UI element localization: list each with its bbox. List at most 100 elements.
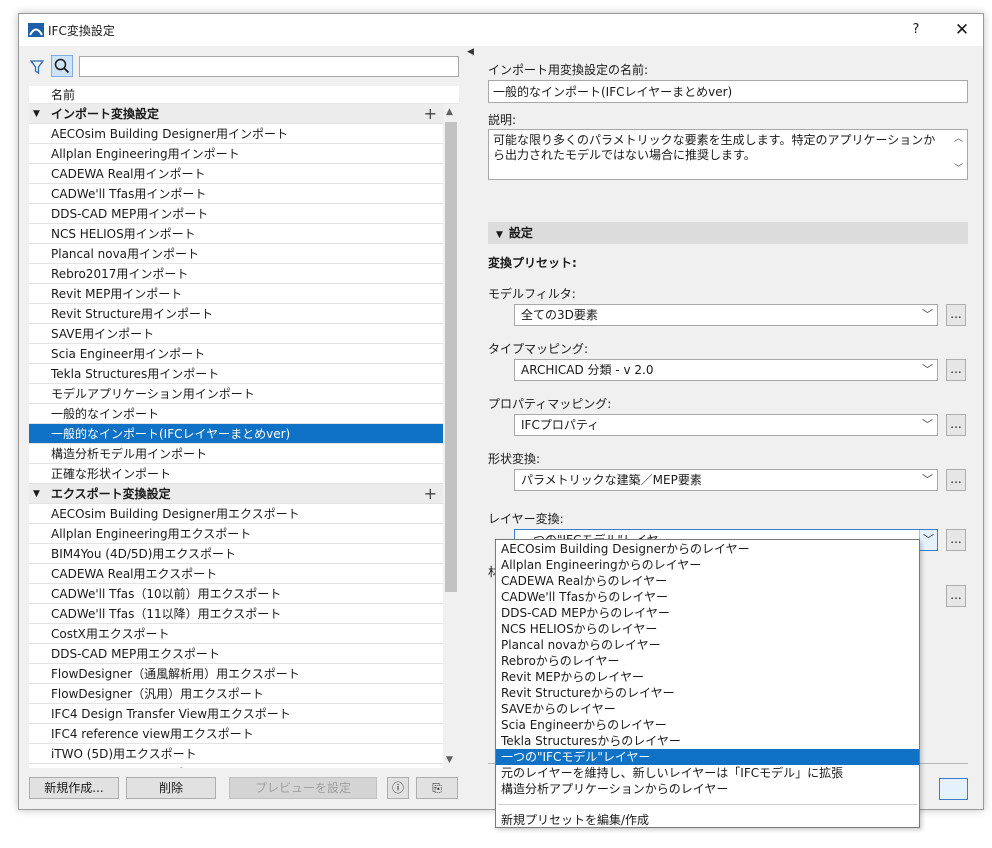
tree-group-header[interactable]: ▼ エクスポート変換設定 +: [29, 484, 443, 504]
settings-section-header[interactable]: ▼ 設定: [488, 222, 968, 244]
dropdown-option[interactable]: 元のレイヤーを維持し、新しいレイヤーは「IFCモデル」に拡張: [496, 765, 919, 781]
delete-button[interactable]: 削除: [126, 777, 216, 799]
ok-button-partial[interactable]: [939, 778, 968, 800]
chevron-down-icon: ﹀: [922, 308, 933, 321]
geometry-conversion-label: 形状変換:: [488, 452, 541, 466]
property-mapping-more-button[interactable]: ...: [946, 414, 966, 436]
type-mapping-select[interactable]: ARCHICAD 分類 - v 2.0 ﹀: [514, 359, 938, 381]
tree-group-label: インポート変換設定: [51, 107, 160, 121]
dropdown-option-edit-presets[interactable]: 新規プリセットを編集/作成: [496, 812, 919, 828]
tree-item[interactable]: Revit MEP用インポート: [29, 284, 443, 304]
tree-item[interactable]: Scia Engineer用インポート: [29, 344, 443, 364]
tree-rows: ▼ インポート変換設定 + AECOsim Building Designer用インポ…: [29, 104, 443, 768]
dropdown-option[interactable]: CADWe'll Tfasからのレイヤー: [496, 589, 919, 605]
geometry-conversion-more-button[interactable]: ...: [946, 469, 966, 491]
tree-item[interactable]: 一般的なインポート(IFCレイヤーまとめver): [29, 424, 443, 444]
tree-item[interactable]: Allplan Engineering用エクスポート: [29, 524, 443, 544]
tree-item[interactable]: CADWe'll Tfas用インポート: [29, 184, 443, 204]
dropdown-option[interactable]: SAVEからのレイヤー: [496, 701, 919, 717]
property-mapping-label: プロパティマッピング:: [488, 397, 612, 411]
chevron-up-icon[interactable]: ︿: [954, 132, 963, 147]
tree-item[interactable]: DDS-CAD MEP用エクスポート: [29, 644, 443, 664]
close-button[interactable]: ✕: [947, 18, 977, 42]
description-textarea[interactable]: 可能な限り多くのパラメトリックな要素を生成します。特定のアプリケーションから出力…: [488, 129, 968, 180]
dropdown-option[interactable]: DDS-CAD MEPからのレイヤー: [496, 605, 919, 621]
collapse-arrow-icon[interactable]: ◀: [467, 47, 474, 57]
dropdown-option[interactable]: Scia Engineerからのレイヤー: [496, 717, 919, 733]
model-filter-select[interactable]: 全ての3D要素 ﹀: [514, 304, 938, 326]
tree-item[interactable]: Revit Structure用インポート: [29, 304, 443, 324]
chevron-down-icon: ﹀: [922, 363, 933, 376]
translator-tree: 名前 ▼ インポート変換設定 + AECOsim Building Designer用…: [29, 86, 459, 768]
tree-item[interactable]: Tekla Structures用インポート: [29, 364, 443, 384]
tree-item[interactable]: 構造分析モデル用インポート: [29, 444, 443, 464]
tree-item[interactable]: IFC4 Design Transfer View用エクスポート: [29, 704, 443, 724]
preview-settings-button[interactable]: プレビューを設定: [229, 777, 377, 799]
material-more-button[interactable]: ...: [946, 585, 966, 607]
tree-item[interactable]: モデルアプリケーション用インポート: [29, 384, 443, 404]
dropdown-option[interactable]: Allplan Engineeringからのレイヤー: [496, 557, 919, 573]
property-mapping-select[interactable]: IFCプロパティ ﹀: [514, 414, 938, 436]
name-input[interactable]: 一般的なインポート(IFCレイヤーまとめver): [488, 80, 968, 103]
tree-item[interactable]: CADWe'll Tfas（11以降）用エクスポート: [29, 604, 443, 624]
layer-conversion-more-button[interactable]: ...: [946, 529, 966, 551]
dropdown-option[interactable]: Tekla Structuresからのレイヤー: [496, 733, 919, 749]
tree-item[interactable]: IFC4 reference view用エクスポート: [29, 724, 443, 744]
tree-item[interactable]: NCS HELIOS用インポート: [29, 224, 443, 244]
tree-item[interactable]: iTWO (5D)用エクスポート: [29, 744, 443, 764]
type-mapping-value: ARCHICAD 分類 - v 2.0: [521, 363, 654, 377]
tree-group-header[interactable]: ▼ インポート変換設定 +: [29, 104, 443, 124]
tree-item[interactable]: NCS HELIOS用エクスポート: [29, 764, 443, 768]
chevron-down-icon[interactable]: ﹀: [919, 530, 937, 550]
new-button[interactable]: 新規作成...: [29, 777, 119, 799]
presets-label: 変換プリセット:: [488, 256, 577, 270]
tree-item[interactable]: Plancal nova用インポート: [29, 244, 443, 264]
tree-item[interactable]: Rebro2017用インポート: [29, 264, 443, 284]
tree-item[interactable]: BIM4You (4D/5D)用エクスポート: [29, 544, 443, 564]
dropdown-option[interactable]: Rebroからのレイヤー: [496, 653, 919, 669]
search-input[interactable]: [79, 56, 459, 77]
geometry-conversion-select[interactable]: パラメトリックな建築／MEP要素 ﹀: [514, 469, 938, 491]
dropdown-option[interactable]: NCS HELIOSからのレイヤー: [496, 621, 919, 637]
add-icon[interactable]: +: [424, 484, 437, 503]
tree-item[interactable]: AECOsim Building Designer用インポート: [29, 124, 443, 144]
scroll-down-icon[interactable]: ▼: [446, 755, 453, 765]
scroll-up-icon[interactable]: ▲: [446, 107, 453, 117]
model-filter-more-button[interactable]: ...: [946, 304, 966, 326]
help-button[interactable]: ?: [904, 20, 928, 40]
tree-item[interactable]: CostX用エクスポート: [29, 624, 443, 644]
archicad-app-icon: [28, 23, 44, 37]
description-text: 可能な限り多くのパラメトリックな要素を生成します。特定のアプリケーションから出力…: [493, 133, 936, 162]
chevron-down-icon[interactable]: ﹀: [954, 162, 963, 177]
column-header-name[interactable]: 名前: [29, 86, 459, 104]
filter-icon[interactable]: [29, 58, 45, 76]
tree-item[interactable]: FlowDesigner（汎用）用エクスポート: [29, 684, 443, 704]
export-settings-button[interactable]: ⎘: [416, 777, 458, 799]
tree-item[interactable]: SAVE用インポート: [29, 324, 443, 344]
dropdown-option[interactable]: Revit MEPからのレイヤー: [496, 669, 919, 685]
tree-item[interactable]: FlowDesigner（通風解析用）用エクスポート: [29, 664, 443, 684]
search-toggle-button[interactable]: [51, 55, 73, 77]
dropdown-option[interactable]: 一つの"IFCモデル"レイヤー: [496, 749, 919, 765]
tree-item[interactable]: DDS-CAD MEP用インポート: [29, 204, 443, 224]
window-title: IFC変換設定: [48, 24, 115, 38]
dropdown-option[interactable]: 構造分析アプリケーションからのレイヤー: [496, 781, 919, 797]
dropdown-option[interactable]: CADEWA Realからのレイヤー: [496, 573, 919, 589]
tree-item[interactable]: Allplan Engineering用インポート: [29, 144, 443, 164]
tree-item[interactable]: 一般的なインポート: [29, 404, 443, 424]
expand-triangle-icon[interactable]: ▼: [33, 484, 40, 503]
dropdown-option[interactable]: AECOsim Building Designerからのレイヤー: [496, 541, 919, 557]
dropdown-option[interactable]: Plancal novaからのレイヤー: [496, 637, 919, 653]
info-button[interactable]: ⓘ: [387, 777, 409, 799]
tree-item[interactable]: 正確な形状インポート: [29, 464, 443, 484]
tree-scrollbar[interactable]: ▲ ▼: [443, 104, 459, 768]
tree-item[interactable]: CADEWA Real用インポート: [29, 164, 443, 184]
tree-item[interactable]: CADEWA Real用エクスポート: [29, 564, 443, 584]
expand-triangle-icon[interactable]: ▼: [33, 104, 40, 123]
tree-item[interactable]: AECOsim Building Designer用エクスポート: [29, 504, 443, 524]
dropdown-option[interactable]: Revit Structureからのレイヤー: [496, 685, 919, 701]
type-mapping-more-button[interactable]: ...: [946, 359, 966, 381]
scroll-thumb[interactable]: [445, 122, 457, 592]
add-icon[interactable]: +: [424, 104, 437, 123]
tree-item[interactable]: CADWe'll Tfas（10以前）用エクスポート: [29, 584, 443, 604]
